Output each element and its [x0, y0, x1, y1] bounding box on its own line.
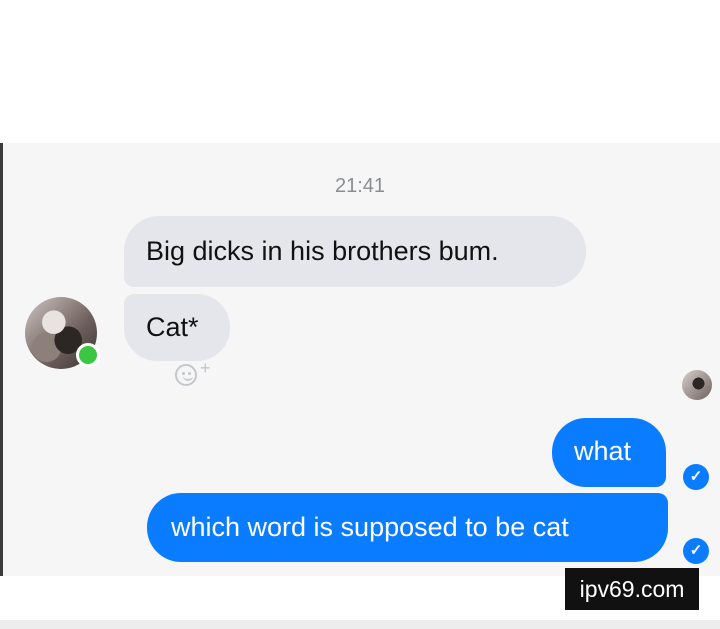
smile-icon	[175, 364, 197, 386]
delivered-check-icon: ✓	[683, 538, 709, 564]
plus-icon: +	[200, 358, 211, 378]
message-timestamp: 21:41	[334, 175, 386, 197]
message-text: Cat*	[146, 312, 199, 342]
online-status-indicator	[76, 343, 100, 367]
outgoing-message-bubble[interactable]: which word is supposed to be cat	[147, 493, 668, 562]
seen-by-avatar	[682, 370, 712, 400]
add-reaction-button[interactable]: +	[175, 358, 225, 390]
message-text: Big dicks in his brothers bum.	[146, 236, 499, 266]
outgoing-message-bubble[interactable]: what	[552, 418, 666, 487]
delivered-check-icon: ✓	[683, 464, 709, 490]
message-text: which word is supposed to be cat	[171, 512, 569, 542]
incoming-message-bubble[interactable]: Big dicks in his brothers bum.	[124, 216, 586, 287]
incoming-message-bubble[interactable]: Cat*	[124, 294, 230, 361]
watermark-label: ipv69.com	[565, 568, 699, 610]
bottom-divider	[0, 620, 720, 629]
message-text: what	[574, 436, 632, 466]
top-blank-area	[0, 0, 720, 143]
